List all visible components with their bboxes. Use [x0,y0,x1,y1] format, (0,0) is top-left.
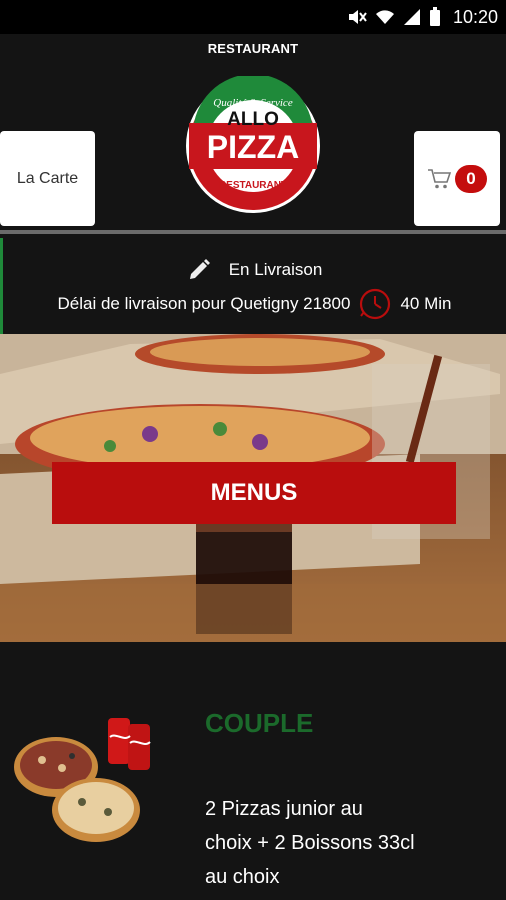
allo-pizza-logo[interactable]: Qualité & Service ALLO PIZZA RESTAURANT [183,76,323,216]
restaurant-label: RESTAURANT [207,41,299,56]
delivery-mode-row[interactable]: En Livraison [3,258,506,282]
cart-button[interactable]: 0 [414,131,500,226]
status-icons: 10:20 [347,6,498,28]
menu-item-description: 2 Pizzas junior au choix + 2 Boissons 33… [205,798,415,888]
pencil-icon[interactable] [187,258,211,282]
cart-count-badge: 0 [455,164,487,193]
delivery-mode-label: En Livraison [228,260,323,279]
svg-text:RESTAURANT: RESTAURANT [219,180,287,191]
wifi-icon [375,10,394,24]
status-time: 10:20 [452,6,498,27]
mute-icon [348,10,367,24]
menu-item-image[interactable] [12,712,162,844]
status-bar: 10:20 [0,0,506,34]
svg-text:ALLO: ALLO [227,109,279,130]
signal-icon [403,9,420,25]
cart-icon [428,168,451,188]
battery-icon [429,7,440,26]
header-divider [0,230,506,234]
svg-text:Qualité & Service: Qualité & Service [213,97,293,109]
clock-icon [360,288,391,320]
delivery-info-row: Délai de livraison pour Quetigny 21800 4… [3,287,506,321]
svg-text:PIZZA: PIZZA [207,129,299,165]
la-carte-button[interactable]: La Carte [0,131,95,226]
delivery-time: 40 Min [400,294,452,313]
menus-button[interactable]: MENUS [52,462,456,524]
menu-item-title[interactable]: COUPLE [205,708,313,739]
la-carte-label: La Carte [16,169,79,187]
delivery-info-text: Délai de livraison pour Quetigny 21800 [57,294,351,313]
delivery-panel[interactable]: En Livraison Délai de livraison pour Que… [0,238,506,334]
